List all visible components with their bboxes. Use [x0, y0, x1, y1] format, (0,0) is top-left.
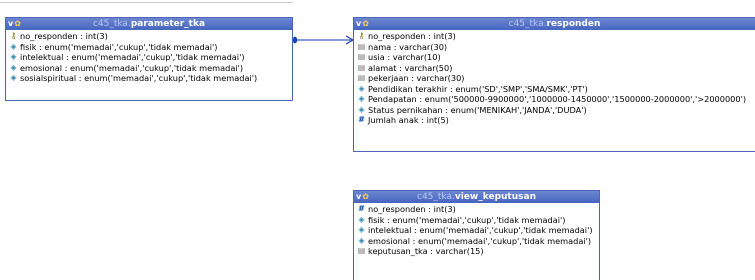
field-label: pekerjaan : varchar(30): [368, 73, 465, 83]
field-row[interactable]: ◈ Pendapatan : enum('500000-9900000','100…: [357, 94, 755, 105]
field-row[interactable]: ◈ intelektual : enum('memadai','cukup','t…: [357, 225, 599, 236]
database-name: c45_tka.: [417, 192, 455, 202]
field-label: Pendidikan terakhir : enum('SD','SMP','S…: [368, 83, 588, 94]
enum-icon: ◈: [10, 73, 17, 82]
relation-endpoint-one: [292, 36, 298, 44]
field-row[interactable]: ◈ Pendidikan terakhir : enum('SD','SMP','…: [357, 84, 755, 95]
field-label: intelektual : enum('memadai','cukup','ti…: [20, 52, 245, 62]
field-label: nama : varchar(30): [368, 41, 448, 52]
number-icon: #: [358, 115, 365, 124]
enum-icon: ◈: [10, 62, 17, 72]
field-label: Jumlah anak : int(5): [368, 115, 449, 125]
table-name: parameter_tka: [130, 19, 206, 29]
table-view-keputusan[interactable]: v✿ c45_tka.view_keputusan # no_responden …: [353, 190, 600, 280]
field-row[interactable]: ◈ emosional : enum('memadai','cukup','tid…: [9, 63, 292, 74]
string-icon: ▤: [357, 41, 366, 51]
table-name: responden: [546, 19, 601, 29]
field-row[interactable]: ◈ Status pernikahan : enum('MENIKAH','JAN…: [357, 105, 755, 116]
field-row[interactable]: ⚷ no_responden : int(3): [357, 31, 755, 42]
enum-icon: ◈: [10, 41, 17, 51]
table-header[interactable]: v✿ c45_tka.responden: [354, 18, 755, 30]
field-row[interactable]: ◈ fisik : enum('memadai','cukup','tidak m…: [357, 215, 599, 226]
field-row[interactable]: ▤ usia : varchar(10): [357, 52, 755, 63]
field-label: fisik : enum('memadai','cukup','tidak me…: [20, 41, 218, 52]
field-list: # no_responden : int(3) ◈ fisik : enum('me…: [354, 203, 599, 257]
string-icon: ▤: [357, 62, 366, 72]
field-row[interactable]: ▤ alamat : varchar(50): [357, 63, 755, 74]
key-icon: ⚷: [358, 31, 365, 40]
field-row[interactable]: ▤ pekerjaan : varchar(30): [357, 73, 755, 84]
field-label: no_responden : int(3): [368, 204, 456, 214]
string-icon: ▤: [357, 246, 366, 255]
field-row[interactable]: ⚷ no_responden : int(3): [9, 31, 292, 42]
field-row[interactable]: ◈ fisik : enum('memadai','cukup','tidak m…: [9, 42, 292, 53]
field-list: ⚷ no_responden : int(3) ◈ fisik : enum('me…: [6, 30, 292, 84]
string-icon: ▤: [357, 73, 366, 82]
table-header[interactable]: v✿ c45_tka.parameter_tka: [6, 18, 292, 30]
enum-icon: ◈: [358, 214, 365, 224]
table-header[interactable]: v✿ c45_tka.view_keputusan: [354, 191, 599, 203]
table-badge-icon: v✿: [356, 192, 369, 201]
enum-icon: ◈: [358, 104, 365, 114]
enum-icon: ◈: [358, 235, 365, 245]
table-responden[interactable]: v✿ c45_tka.responden ⚷ no_responden : int…: [353, 17, 755, 152]
field-label: fisik : enum('memadai','cukup','tidak me…: [368, 214, 566, 225]
database-name: c45_tka.: [92, 19, 131, 29]
field-row[interactable]: # no_responden : int(3): [357, 204, 599, 215]
field-label: no_responden : int(3): [20, 31, 108, 41]
field-label: emosional : enum('memadai','cukup','tida…: [368, 235, 592, 246]
table-parameter-tka[interactable]: v✿ c45_tka.parameter_tka ⚷ no_responden :…: [5, 17, 293, 101]
table-badge-icon: v✿: [356, 19, 369, 28]
field-row[interactable]: ◈ emosional : enum('memadai','cukup','tid…: [357, 236, 599, 247]
key-icon: ⚷: [10, 31, 17, 40]
field-row[interactable]: ▤ nama : varchar(30): [357, 42, 755, 53]
field-label: emosional : enum('memadai','cukup','tida…: [20, 62, 244, 73]
database-name: c45_tka.: [508, 19, 547, 29]
field-row[interactable]: ◈ sosialspiritual : enum('memadai','cukup…: [9, 73, 292, 84]
enum-icon: ◈: [358, 83, 365, 93]
field-row[interactable]: ◈ intelektual : enum('memadai','cukup','t…: [9, 52, 292, 63]
number-icon: #: [358, 204, 365, 213]
field-label: Status pernikahan : enum('MENIKAH','JAND…: [368, 104, 587, 115]
field-label: no_responden : int(3): [368, 31, 456, 41]
enum-icon: ◈: [358, 94, 365, 103]
field-label: intelektual : enum('memadai','cukup','ti…: [368, 225, 593, 235]
field-label: sosialspiritual : enum('memadai','cukup'…: [20, 73, 258, 83]
field-label: alamat : varchar(50): [368, 62, 453, 73]
field-row[interactable]: # Jumlah anak : int(5): [357, 115, 755, 126]
enum-icon: ◈: [358, 225, 365, 234]
table-badge-icon: v✿: [8, 19, 21, 28]
string-icon: ▤: [357, 52, 366, 61]
table-name: view_keputusan: [454, 192, 536, 202]
enum-icon: ◈: [10, 52, 17, 61]
field-label: Pendapatan : enum('500000-9900000','1000…: [368, 94, 747, 104]
field-list: ⚷ no_responden : int(3) ▤ nama : varchar(3…: [354, 30, 755, 126]
field-row[interactable]: ▤ keputusan_tka : varchar(15): [357, 246, 599, 257]
field-label: keputusan_tka : varchar(15): [368, 246, 484, 256]
field-label: usia : varchar(10): [368, 52, 441, 62]
